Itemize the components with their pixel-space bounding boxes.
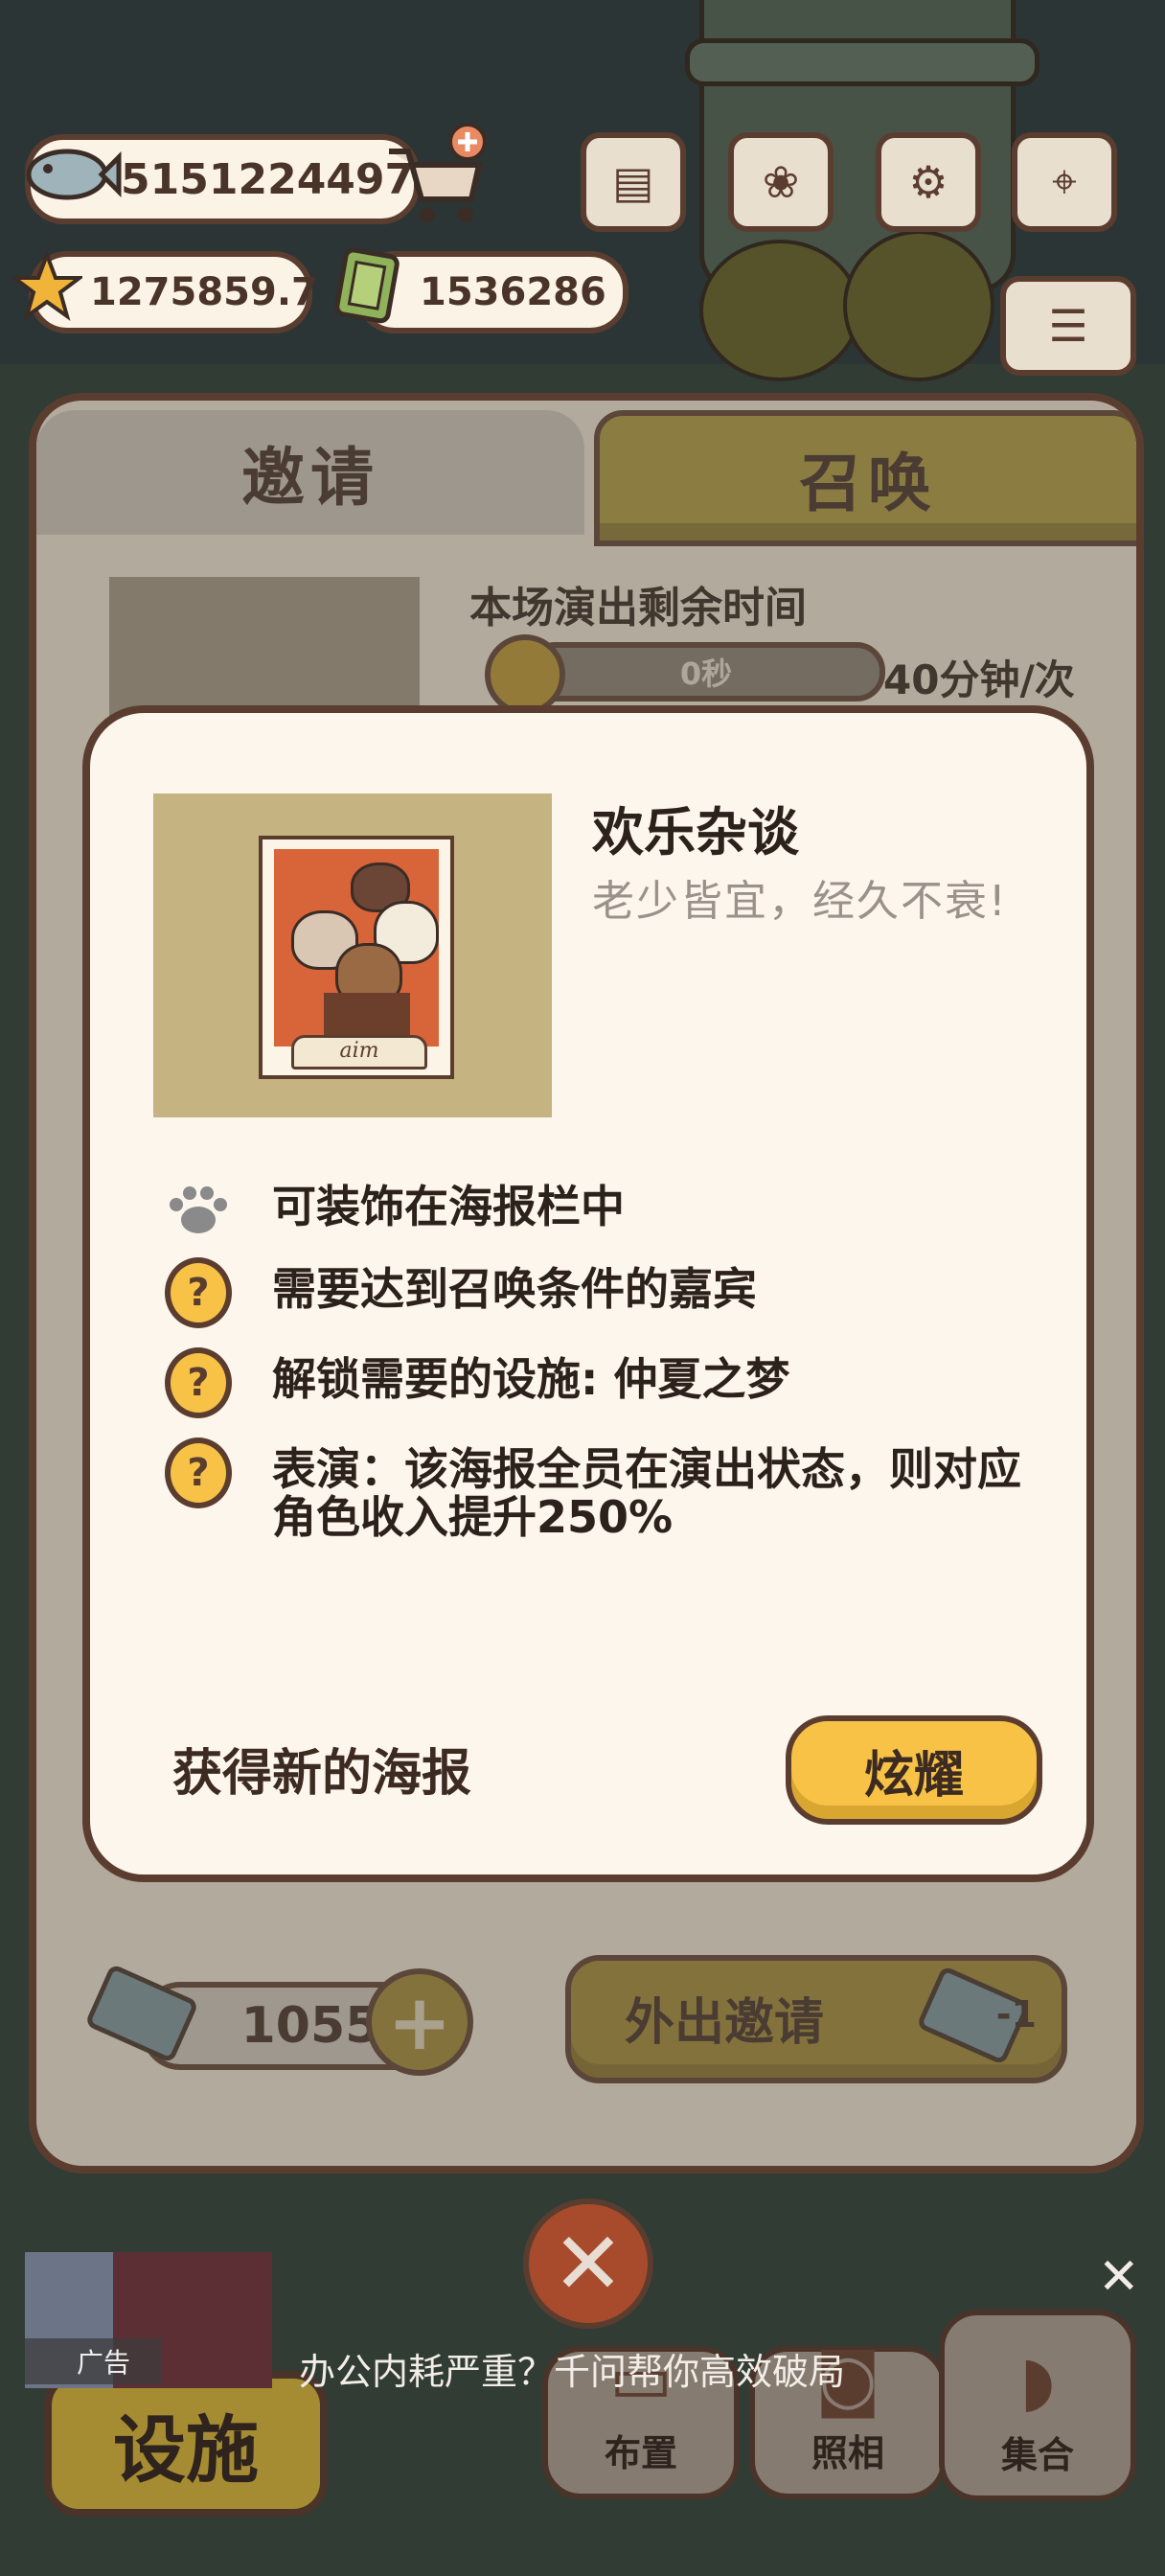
gear-icon: ⚙ <box>908 156 948 208</box>
sort-toggle-icon: ☰ <box>1048 300 1088 352</box>
settings-button[interactable]: ⚙ <box>876 132 981 232</box>
ad-tag: 广告 <box>25 2338 161 2384</box>
fish-icon <box>19 132 123 217</box>
question-icon: ? <box>165 1257 232 1328</box>
show-off-button[interactable]: 炫耀 <box>786 1715 1042 1825</box>
fish-count: 5151224497 <box>121 154 415 204</box>
photo-label: 照相 <box>811 2432 884 2474</box>
requirement-item: ? 需要达到召唤条件的嘉宾 <box>165 1257 1027 1328</box>
poster-title: 欢乐杂谈 <box>592 802 799 862</box>
ad-text[interactable]: 办公内耗严重？千问帮你高效破局 <box>299 2342 845 2395</box>
requirement-item: ? 解锁需要的设施: 仲夏之梦 <box>165 1347 1027 1418</box>
requirement-text: 解锁需要的设施: 仲夏之梦 <box>272 1353 790 1405</box>
poster-image: aim <box>259 836 454 1079</box>
got-new-poster-label: 获得新的海报 <box>172 1745 472 1803</box>
map-button[interactable]: ⌖ <box>1012 132 1117 232</box>
map-pin-icon: ⌖ <box>1052 155 1077 207</box>
poster-unlock-dialog: aim 欢乐杂谈 老少皆宜，经久不衰! 可装饰在海报栏中 ? 需要达到召唤条件的… <box>82 705 1094 1882</box>
facility-button[interactable]: 设施 <box>44 2371 328 2517</box>
shop-cart-icon[interactable] <box>379 123 494 228</box>
requirement-text: 需要达到召唤条件的嘉宾 <box>272 1263 757 1315</box>
cash-icon <box>328 245 408 326</box>
gather-label: 集合 <box>1000 2434 1074 2476</box>
notes-button[interactable]: ▤ <box>581 132 686 232</box>
requirement-item: ? 表演：该海报全员在演出状态，则对应角色收入提升250% <box>165 1438 1027 1543</box>
cash-count: 1536286 <box>420 270 606 314</box>
requirement-text: 表演：该海报全员在演出状态，则对应角色收入提升250% <box>272 1443 1021 1543</box>
requirement-item: 可装饰在海报栏中 <box>165 1177 1027 1244</box>
paw-book-icon: ❀ <box>762 156 800 208</box>
requirement-text: 可装饰在海报栏中 <box>272 1181 625 1232</box>
layout-label: 布置 <box>604 2432 677 2474</box>
star-count: 1275859.7 <box>90 270 318 314</box>
notebook-icon: ▤ <box>612 156 654 208</box>
question-icon: ? <box>165 1347 232 1418</box>
poster-sign: aim <box>291 1035 427 1070</box>
question-icon: ? <box>165 1438 232 1508</box>
gather-button[interactable]: ◗ 集合 <box>939 2310 1136 2501</box>
close-dialog-button[interactable]: ✕ <box>523 2198 653 2329</box>
poster-subtitle: 老少皆宜，经久不衰! <box>592 877 1008 926</box>
ad-close-icon[interactable]: ✕ <box>1098 2248 1140 2306</box>
menu-toggle-button[interactable]: ☰ <box>1000 276 1136 376</box>
star-icon <box>11 251 82 322</box>
close-icon: ✕ <box>552 2213 625 2314</box>
whistle-icon: ◗ <box>1019 2341 1056 2420</box>
paw-icon <box>165 1177 232 1244</box>
paw-book-button[interactable]: ❀ <box>728 132 834 232</box>
